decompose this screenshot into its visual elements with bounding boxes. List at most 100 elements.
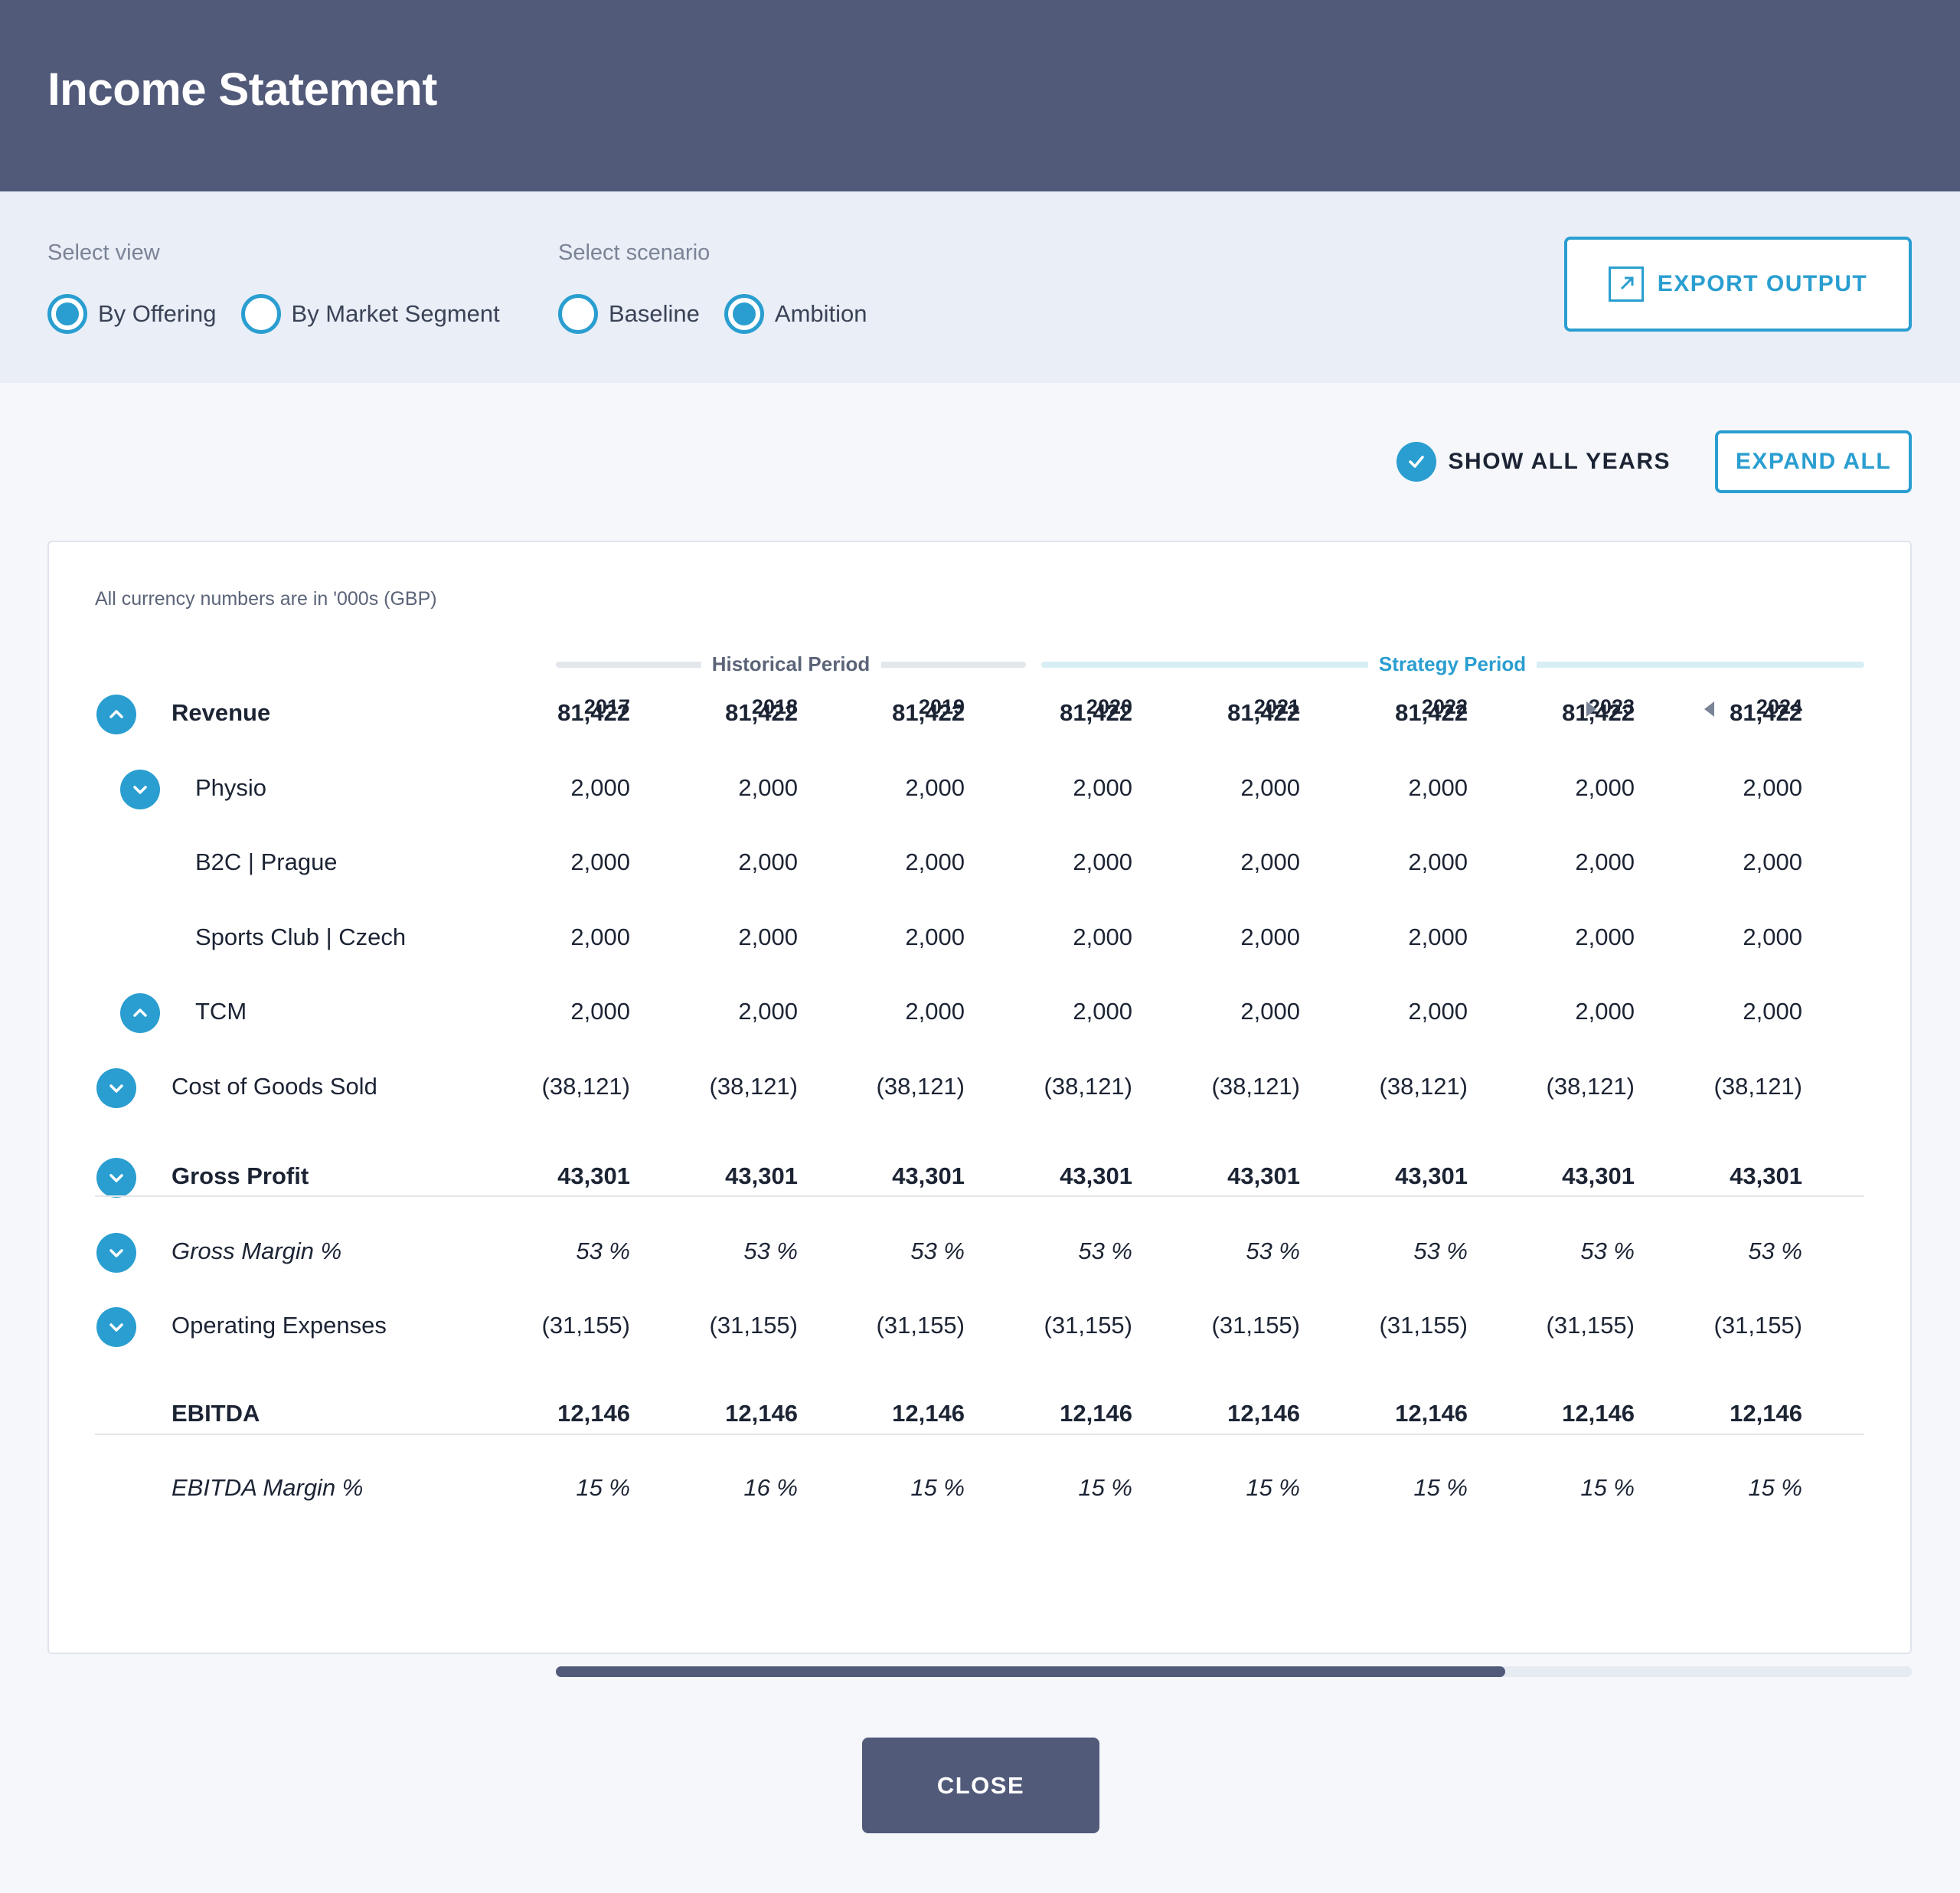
table-cell: 2,000 (1240, 924, 1300, 950)
table-cell: (31,155) (1211, 1312, 1300, 1339)
table-cell: 12,146 (892, 1400, 965, 1427)
table-cell: 2,000 (1575, 998, 1635, 1025)
table-cell: (31,155) (1713, 1312, 1802, 1339)
table-row: Sports Club | Czech 2,000 2,000 2,000 2,000 2… (49, 901, 1910, 976)
table-cell: 2,000 (1575, 774, 1635, 801)
radio-baseline[interactable]: Baseline (558, 294, 700, 334)
table-cell: (31,155) (709, 1312, 798, 1339)
table-cell: 81,422 (557, 699, 630, 726)
table-cell: 2,000 (1408, 774, 1468, 801)
external-link-icon (1608, 266, 1644, 302)
table-cell: 2,000 (570, 998, 630, 1025)
row-label: Gross Margin % (172, 1237, 342, 1264)
table-cell: 53 % (1246, 1237, 1300, 1264)
chevron-down-icon[interactable] (96, 1068, 136, 1108)
table-cell: 43,301 (1227, 1162, 1300, 1189)
row-label: Cost of Goods Sold (172, 1073, 377, 1100)
table-cell: 15 % (910, 1474, 965, 1501)
radio-by-offering[interactable]: By Offering (47, 294, 217, 334)
currency-note: All currency numbers are in '000s (GBP) (95, 588, 437, 610)
table-row: Cost of Goods Sold (38,121) (38,121) (38,12… (49, 1050, 1910, 1125)
row-label: B2C | Prague (195, 848, 338, 875)
select-view-label: Select view (47, 240, 160, 265)
table-cell: 16 % (743, 1474, 798, 1501)
table-cell: (38,121) (541, 1073, 630, 1100)
table-cell: 81,422 (1060, 699, 1132, 726)
select-scenario-label: Select scenario (558, 240, 710, 265)
table-cell: (38,121) (1546, 1073, 1635, 1100)
chevron-down-icon[interactable] (96, 1307, 136, 1347)
scrollbar-thumb[interactable] (556, 1666, 1505, 1677)
table-cell: 15 % (1580, 1474, 1635, 1501)
chevron-up-icon[interactable] (96, 695, 136, 734)
table-cell: 15 % (576, 1474, 630, 1501)
table-cell: 2,000 (1743, 924, 1802, 950)
table-cell: 53 % (1078, 1237, 1132, 1264)
table-cell: 12,146 (1730, 1400, 1802, 1427)
table-cell: 2,000 (1408, 998, 1468, 1025)
expand-all-button[interactable]: EXPAND ALL (1715, 430, 1912, 493)
table-cell: (31,155) (1379, 1312, 1468, 1339)
table-cell: 53 % (576, 1237, 630, 1264)
radio-by-market-segment[interactable]: By Market Segment (240, 294, 500, 334)
chevron-up-icon[interactable] (120, 993, 160, 1033)
table-cell: 2,000 (1073, 998, 1132, 1025)
table-cell: (31,155) (1044, 1312, 1132, 1339)
historical-period-header: Historical Period (556, 652, 1026, 676)
table-row: Gross Profit 43,301 43,301 43,301 43,301 43,3… (49, 1139, 1910, 1215)
radio-label: By Offering (98, 300, 217, 327)
radio-unselected-icon (240, 294, 281, 334)
table-cell: (38,121) (709, 1073, 798, 1100)
table-cell: 2,000 (1743, 774, 1802, 801)
table-cell: 53 % (743, 1237, 798, 1264)
table-cell: 2,000 (1240, 848, 1300, 875)
table-cell: 12,146 (725, 1400, 798, 1427)
checkmark-icon (1396, 442, 1436, 482)
row-label: Gross Profit (172, 1162, 309, 1189)
table-cell: 2,000 (1240, 774, 1300, 801)
table-cell: 53 % (910, 1237, 965, 1264)
table-cell: 43,301 (1730, 1162, 1802, 1189)
table-toolbar: SHOW ALL YEARS EXPAND ALL (1396, 430, 1912, 493)
table-row: B2C | Prague 2,000 2,000 2,000 2,000 2,000 2,0… (49, 826, 1910, 901)
radio-selected-icon (47, 294, 87, 334)
table-cell: 12,146 (1060, 1400, 1132, 1427)
page-title: Income Statement (47, 64, 437, 115)
controls-bar: Select view By Offering By Market Segmen… (0, 191, 1960, 383)
chevron-down-icon[interactable] (96, 1158, 136, 1198)
chevron-down-icon[interactable] (96, 1233, 136, 1273)
table-cell: 2,000 (1240, 998, 1300, 1025)
close-button[interactable]: CLOSE (862, 1738, 1099, 1833)
table-cell: 15 % (1748, 1474, 1802, 1501)
table-cell: 53 % (1748, 1237, 1802, 1264)
table-row: Physio 2,000 2,000 2,000 2,000 2,000 2,000 2,00… (49, 751, 1910, 826)
table-cell: 53 % (1413, 1237, 1468, 1264)
table-cell: (38,121) (1713, 1073, 1802, 1100)
table-cell: 43,301 (1562, 1162, 1635, 1189)
table-cell: 81,422 (1730, 699, 1802, 726)
table-cell: 2,000 (1743, 998, 1802, 1025)
strategy-period-label: Strategy Period (1367, 652, 1537, 676)
table-cell: 2,000 (1073, 848, 1132, 875)
table-cell: 12,146 (557, 1400, 630, 1427)
show-all-years-label: SHOW ALL YEARS (1448, 449, 1671, 474)
radio-ambition[interactable]: Ambition (724, 294, 867, 334)
table-cell: 53 % (1580, 1237, 1635, 1264)
table-cell: (38,121) (1211, 1073, 1300, 1100)
strategy-period-header: Strategy Period (1041, 652, 1864, 676)
table-cell: 81,422 (725, 699, 798, 726)
row-label: Sports Club | Czech (195, 924, 407, 950)
table-cell: 43,301 (892, 1162, 965, 1189)
table-cell: 2,000 (905, 924, 965, 950)
horizontal-scrollbar[interactable] (556, 1666, 1912, 1677)
table-cell: (38,121) (1379, 1073, 1468, 1100)
scenario-radio-group: Baseline Ambition (558, 294, 892, 334)
table-row: EBITDA Margin % 15 % 16 % 15 % 15 % 15 % 15 % 1… (49, 1451, 1910, 1526)
table-cell: 43,301 (725, 1162, 798, 1189)
export-output-button[interactable]: EXPORT OUTPUT (1564, 237, 1912, 332)
historical-period-label: Historical Period (701, 652, 881, 676)
radio-selected-icon (724, 294, 764, 334)
show-all-years-checkbox[interactable]: SHOW ALL YEARS (1396, 442, 1671, 482)
chevron-down-icon[interactable] (120, 770, 160, 809)
table-row: Operating Expenses (31,155) (31,155) (31,15… (49, 1289, 1910, 1364)
